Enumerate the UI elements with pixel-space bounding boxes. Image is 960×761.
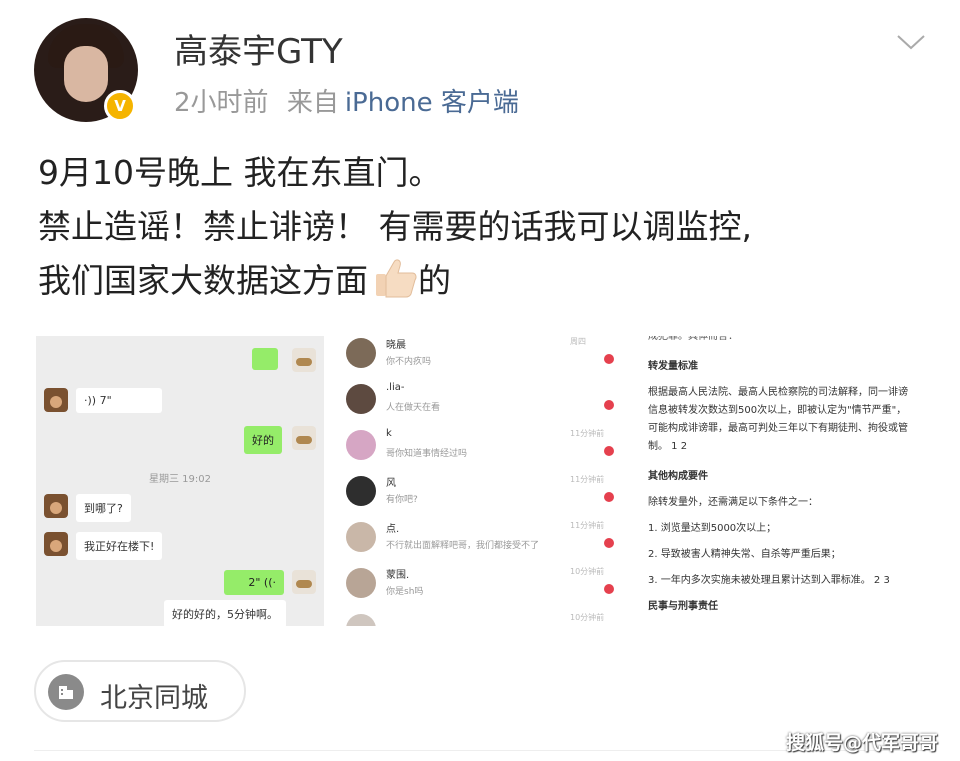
list-item-name: 蒙围. <box>386 570 410 581</box>
list-item-time: 周四 <box>570 337 586 346</box>
list-item-time: 10分钟前 <box>570 567 605 576</box>
legal-article-screenshot[interactable]: 成犯罪。具体而言： 转发量标准 根据最高人民法院、最高人民检察院的司法解释，同一… <box>638 336 924 626</box>
list-item-preview: 你不内疚吗 <box>386 357 432 367</box>
chevron-down-icon[interactable] <box>896 34 926 50</box>
avatar <box>292 426 316 450</box>
list-item-name: k <box>386 428 392 439</box>
voice-icon: ((· <box>263 576 276 589</box>
voice-duration: 2" <box>248 576 261 589</box>
article-list-item: 3. 一年内多次实施未被处理且累计达到入罪标准。 2 3 <box>648 575 890 586</box>
voice-message: ·)) 7" <box>76 388 162 413</box>
message-bubble: 好的好的，5分钟啊。 <box>164 600 286 626</box>
chat-timestamp: 星期三 19:02 <box>149 474 211 485</box>
article-paragraph: 根据最高人民法院、最高人民检察院的司法解释，同一诽谤信息被转发次数达到500次以… <box>648 387 908 452</box>
location-tag[interactable]: 北京同城 <box>34 660 246 722</box>
post-time: 2小时前 <box>174 88 269 118</box>
avatar <box>346 384 376 414</box>
message-list-screenshot[interactable]: 晓晨 你不内疚吗 周四 .lia- 人在做天在看 k 哥你知道事情经过吗 11分… <box>336 336 626 626</box>
list-item-time: 11分钟前 <box>570 475 605 484</box>
verified-badge-icon: V <box>104 90 136 122</box>
list-item-preview: 有你吧? <box>386 495 418 505</box>
list-item-time: 11分钟前 <box>570 429 605 438</box>
list-item-time: 10分钟前 <box>570 613 605 622</box>
article-heading: 民事与刑事责任 <box>648 601 718 612</box>
post-body: 9月10号晚上 我在东直门。 禁止造谣！禁止诽谤！ 有需要的话我可以调监控, 我… <box>38 146 938 308</box>
list-item-name: .lia- <box>386 382 405 393</box>
list-item-preview: 哥你知道事情经过吗 <box>386 449 468 459</box>
unread-badge <box>604 584 614 594</box>
list-item-name: 晓晨 <box>386 340 406 351</box>
post-line-3: 我们国家大数据这方面 的 <box>38 254 938 308</box>
post-line-3-text: 我们国家大数据这方面 <box>38 261 368 300</box>
list-item-name: 点. <box>386 524 400 535</box>
voice-message: 2" ((· <box>224 570 284 595</box>
image-grid: ·)) 7" 好的 星期三 19:02 到哪了? 我正好在楼下! 2" ((· … <box>36 336 924 626</box>
emoji-bubble <box>252 348 278 370</box>
article-top-line: 成犯罪。具体而言： <box>648 336 738 342</box>
chat-screenshot[interactable]: ·)) 7" 好的 星期三 19:02 到哪了? 我正好在楼下! 2" ((· … <box>36 336 324 626</box>
post-line-2: 禁止造谣！禁止诽谤！ 有需要的话我可以调监控, <box>38 207 752 246</box>
list-item-preview: 你是sh吗 <box>386 587 424 597</box>
avatar <box>44 494 68 518</box>
avatar <box>292 348 316 372</box>
location-label: 北京同城 <box>100 683 208 714</box>
message-bubble: 到哪了? <box>76 494 131 522</box>
list-item[interactable]: 晓晨 你不内疚吗 周四 <box>336 336 626 376</box>
unread-badge <box>604 446 614 456</box>
voice-duration: 7" <box>99 394 112 407</box>
post-line-1: 9月10号晚上 我在东直门。 <box>38 153 442 192</box>
avatar <box>346 614 376 626</box>
article-heading: 其他构成要件 <box>648 471 708 482</box>
watermark: 搜狐号@代军哥哥 <box>786 732 939 754</box>
reply-bubble: 好的 <box>244 426 282 454</box>
building-icon <box>48 674 84 710</box>
unread-badge <box>604 400 614 410</box>
post-source-prefix: 来自 <box>286 88 339 118</box>
username[interactable]: 高泰宇GTY <box>174 24 343 73</box>
list-item[interactable]: k 哥你知道事情经过吗 11分钟前 <box>336 422 626 468</box>
avatar <box>346 568 376 598</box>
article-paragraph: 除转发量外，还需满足以下条件之一： <box>648 497 818 508</box>
avatar <box>346 338 376 368</box>
unread-badge <box>604 354 614 364</box>
avatar <box>346 476 376 506</box>
article-heading: 转发量标准 <box>648 361 698 372</box>
avatar-face <box>64 46 108 102</box>
avatar <box>44 388 68 412</box>
article-list-item: 1. 浏览量达到5000次以上； <box>648 523 777 534</box>
list-item-name: 风 <box>386 478 396 489</box>
list-item-time: 11分钟前 <box>570 521 605 530</box>
list-item-preview: 不行就出面解释吧哥，我们都接受不了 <box>386 541 540 551</box>
post-meta: 2小时前 来自 iPhone 客户端 <box>174 82 519 119</box>
list-item[interactable]: 点. 不行就出面解释吧哥，我们都接受不了 11分钟前 <box>336 514 626 560</box>
message-bubble: 我正好在楼下! <box>76 532 163 560</box>
avatar <box>44 532 68 556</box>
article-list-item: 2. 导致被害人精神失常、自杀等严重后果； <box>648 549 841 560</box>
post-header: V 高泰宇GTY 2小时前 来自 iPhone 客户端 <box>0 0 960 130</box>
avatar <box>292 570 316 594</box>
list-item[interactable]: 蒙围. 你是sh吗 10分钟前 <box>336 560 626 606</box>
list-item-preview: 人在做天在看 <box>386 403 441 413</box>
post-client[interactable]: iPhone 客户端 <box>345 88 519 118</box>
avatar <box>346 430 376 460</box>
list-item[interactable]: 风 有你吧? 11分钟前 <box>336 468 626 514</box>
unread-badge <box>604 538 614 548</box>
post-line-3-tail: 的 <box>418 261 451 300</box>
thumbs-up-icon <box>376 259 417 298</box>
avatar <box>346 522 376 552</box>
voice-icon: ·)) <box>84 394 97 407</box>
unread-badge <box>604 492 614 502</box>
list-item[interactable]: 10分钟前 <box>336 606 626 626</box>
list-item[interactable]: .lia- 人在做天在看 <box>336 376 626 422</box>
